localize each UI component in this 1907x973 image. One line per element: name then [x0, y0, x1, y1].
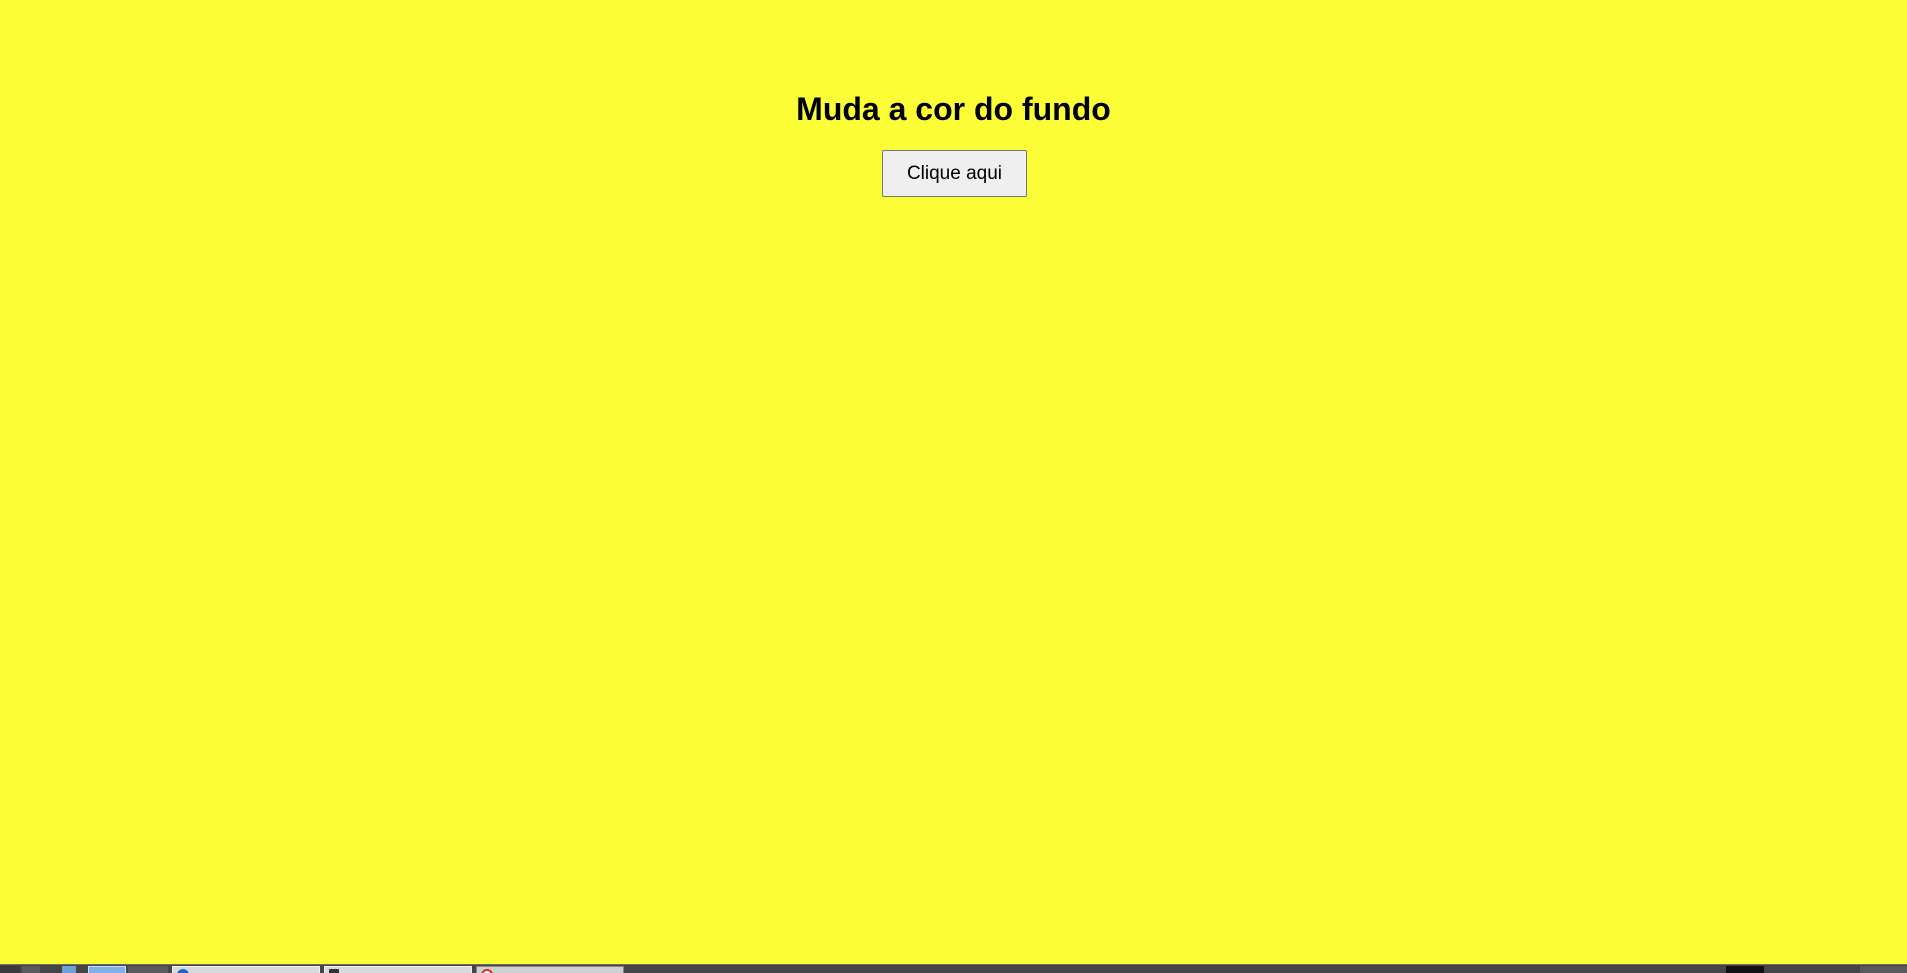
system-tray[interactable]	[1726, 966, 1764, 973]
start-menu-button[interactable]	[0, 966, 20, 973]
quick-launch-item[interactable]	[128, 966, 168, 973]
system-tray-icons[interactable]	[1860, 966, 1907, 973]
taskbar-task-browser[interactable]	[172, 966, 320, 973]
taskbar-task-app[interactable]	[476, 966, 624, 973]
quick-launch-item[interactable]	[22, 966, 40, 973]
taskbar	[0, 964, 1907, 973]
app-icon	[481, 969, 493, 973]
taskbar-task-terminal[interactable]	[324, 966, 472, 973]
browser-icon	[177, 969, 189, 973]
change-background-button[interactable]: Clique aqui	[882, 150, 1027, 197]
quick-launch-item[interactable]	[62, 966, 76, 973]
quick-launch-item[interactable]	[88, 966, 126, 973]
terminal-icon	[329, 969, 339, 973]
page-title: Muda a cor do fundo	[796, 91, 1111, 127]
